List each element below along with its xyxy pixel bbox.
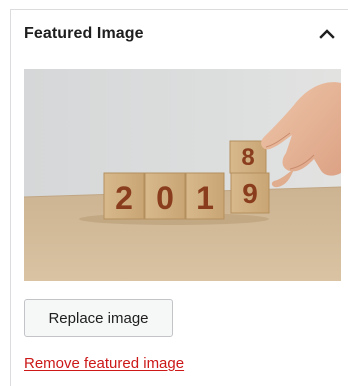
block-digit-0: 0 — [156, 180, 174, 216]
featured-image-graphic: 2 0 1 9 8 — [24, 69, 341, 281]
block-digit-2: 2 — [115, 180, 133, 216]
panel-header[interactable]: Featured Image — [11, 10, 348, 58]
replace-image-button[interactable]: Replace image — [24, 299, 173, 337]
featured-image-preview[interactable]: 2 0 1 9 8 — [24, 69, 341, 281]
chevron-up-icon[interactable] — [315, 22, 339, 46]
remove-featured-image-link[interactable]: Remove featured image — [24, 355, 184, 372]
block-digit-1: 1 — [196, 180, 214, 216]
block-digit-9: 9 — [242, 178, 258, 209]
featured-image-panel: Featured Image 2 0 1 9 8 Replace image R… — [10, 9, 348, 386]
block-digit-8: 8 — [241, 144, 254, 171]
panel-title: Featured Image — [24, 25, 144, 42]
